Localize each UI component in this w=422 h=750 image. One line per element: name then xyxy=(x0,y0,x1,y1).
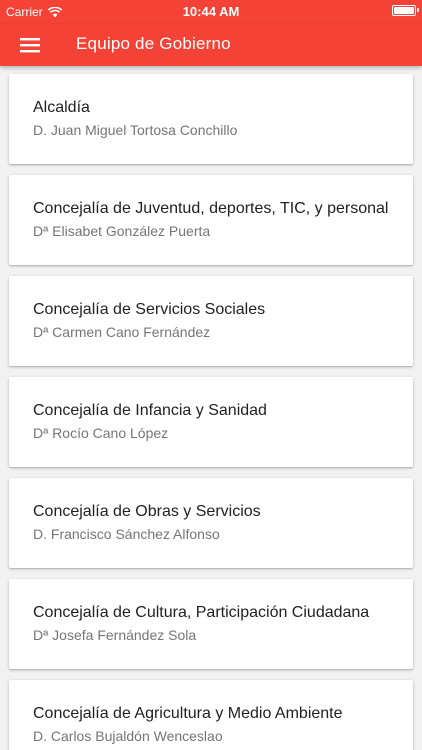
battery-icon xyxy=(392,5,419,16)
list-item-person: Dª Rocío Cano López xyxy=(33,425,169,441)
list-item[interactable]: Concejalía de Infancia y Sanidad Dª Rocío… xyxy=(9,377,413,467)
list-item[interactable]: Alcaldía D. Juan Miguel Tortosa Conchillo xyxy=(9,74,413,164)
list-item-title: Concejalía de Agricultura y Medio Ambien… xyxy=(33,705,343,722)
status-bar: Carrier 10:44 AM xyxy=(0,0,422,24)
list-item-person: D. Juan Miguel Tortosa Conchillo xyxy=(33,122,238,138)
list-item[interactable]: Concejalía de Obras y Servicios D. Franci… xyxy=(9,478,413,568)
page-title: Equipo de Gobierno xyxy=(76,34,231,53)
list-item-person: Dª Elisabet González Puerta xyxy=(33,223,211,239)
list-item[interactable]: Concejalía de Servicios Sociales Dª Carme… xyxy=(9,276,413,366)
list-item-title: Alcaldía xyxy=(33,99,90,116)
list-item-title: Concejalía de Obras y Servicios xyxy=(33,503,261,520)
list-item-person: D. Francisco Sánchez Alfonso xyxy=(33,526,220,542)
menu-button[interactable] xyxy=(18,33,42,57)
battery-tip xyxy=(417,8,419,12)
status-time: 10:44 AM xyxy=(182,4,240,19)
list-item[interactable]: Concejalía de Juventud, deportes, TIC, y… xyxy=(9,175,413,265)
list-item[interactable]: Concejalía de Agricultura y Medio Ambien… xyxy=(9,680,413,750)
list-item-person: Dª Carmen Cano Fernández xyxy=(33,324,211,340)
list-item-title: Concejalía de Juventud, deportes, TIC, y… xyxy=(33,200,389,217)
hamburger-menu-icon xyxy=(20,38,40,53)
list-item-person: D. Carlos Bujaldón Wenceslao xyxy=(33,728,223,744)
list-item-person: Dª Josefa Fernández Sola xyxy=(33,627,197,643)
list-item-title: Concejalía de Servicios Sociales xyxy=(33,301,266,318)
government-team-list[interactable]: Alcaldía D. Juan Miguel Tortosa Conchillo… xyxy=(0,66,422,750)
battery-level-fill xyxy=(394,7,414,14)
list-item-title: Concejalía de Infancia y Sanidad xyxy=(33,402,267,419)
app-toolbar: Equipo de Gobierno xyxy=(0,24,422,66)
list-item-title: Concejalía de Cultura, Participación Ciu… xyxy=(33,604,370,621)
list-item[interactable]: Concejalía de Cultura, Participación Ciu… xyxy=(9,579,413,669)
